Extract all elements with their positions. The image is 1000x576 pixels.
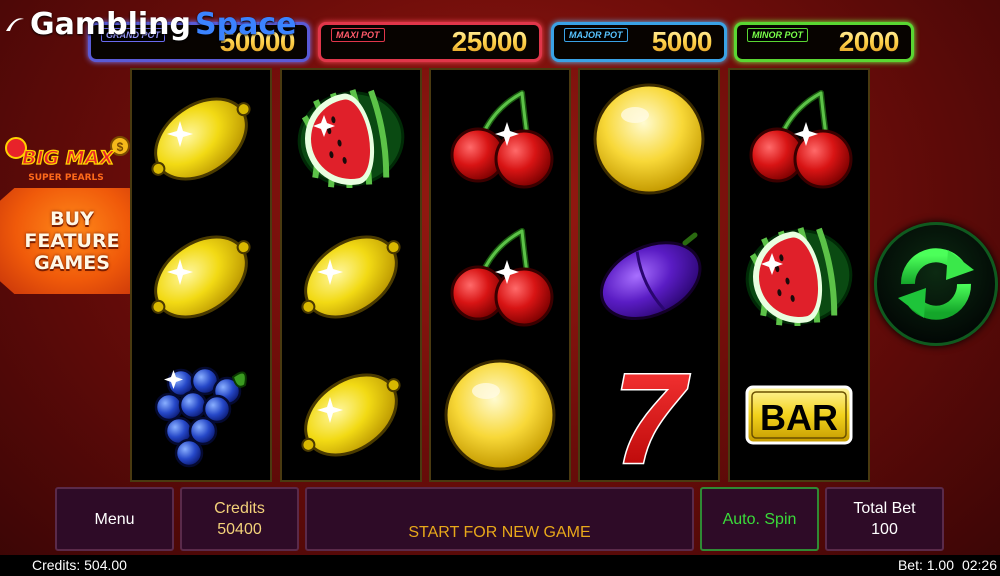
- credits-display[interactable]: Credits 50400: [180, 487, 299, 551]
- reel-2-row-1: [282, 70, 420, 208]
- svg-text:7: 7: [613, 355, 690, 475]
- reel-3-row-1: [431, 70, 569, 208]
- jackpot-maxi-label: MAXI POT: [331, 28, 385, 42]
- cherries-symbol-icon: [739, 79, 859, 199]
- buy-feature-games-button[interactable]: BUY FEATURE GAMES: [0, 188, 144, 294]
- status-bet: Bet: 1.00: [897, 557, 954, 573]
- reel-5: BAR: [728, 68, 870, 482]
- reel-4: 7: [578, 68, 720, 482]
- reel-1-row-1: [132, 70, 270, 208]
- reel-2: [280, 68, 422, 482]
- jackpot-major-value: 5000: [651, 26, 713, 57]
- reel-4-row-3: 7: [580, 346, 718, 484]
- game-message: START FOR NEW GAME: [408, 523, 591, 541]
- reel-3: [429, 68, 571, 482]
- auto-spin-label: Auto. Spin: [722, 510, 797, 528]
- lemon-symbol-icon: [291, 217, 411, 337]
- menu-label: Menu: [94, 510, 135, 528]
- reel-1: [130, 68, 272, 482]
- watermelon-symbol-icon: [739, 217, 859, 337]
- cherries-symbol-icon: [440, 217, 560, 337]
- reel-1-row-3: [132, 346, 270, 484]
- lemon-symbol-icon: [141, 79, 261, 199]
- jackpot-minor: MINOR POT 2000: [734, 22, 914, 62]
- total-bet-button[interactable]: Total Bet 100: [825, 487, 944, 551]
- grapes-symbol-icon: [141, 355, 261, 475]
- reel-4-row-2: [580, 208, 718, 346]
- gambling-space-logo: Gambling Space: [4, 4, 296, 44]
- svg-text:$: $: [117, 140, 124, 154]
- seven-symbol-icon: 7: [591, 355, 707, 475]
- auto-spin-button[interactable]: Auto. Spin: [700, 487, 819, 551]
- svg-text:BAR: BAR: [760, 397, 838, 438]
- reel-2-row-3: [282, 346, 420, 484]
- bar-symbol-icon: BAR: [745, 385, 853, 445]
- reel-5-row-1: [730, 70, 868, 208]
- credits-label: Credits: [214, 500, 265, 517]
- buy-feature-games-label: BUY FEATURE GAMES: [24, 208, 120, 274]
- total-bet-label: Total Bet: [853, 500, 916, 517]
- golden-pearl-symbol-icon: [589, 79, 709, 199]
- logo-swoosh-icon: [6, 18, 24, 31]
- spin-button[interactable]: [874, 222, 998, 346]
- total-bet-value: 100: [871, 521, 898, 538]
- golden-pearl-symbol-icon: [440, 355, 560, 475]
- status-clock: 02:26: [961, 557, 997, 573]
- reel-3-row-2: [431, 208, 569, 346]
- big-max-title: BIG MAX: [22, 147, 115, 169]
- lemon-symbol-icon: [141, 217, 261, 337]
- reel-5-row-3: BAR: [730, 346, 868, 484]
- lemon-symbol-icon: [291, 355, 411, 475]
- cherries-symbol-icon: [440, 79, 560, 199]
- jackpot-minor-value: 2000: [838, 26, 900, 57]
- jackpot-major-label: MAJOR POT: [564, 28, 628, 42]
- logo-word-space: Space: [195, 6, 297, 42]
- reel-5-row-2: [730, 208, 868, 346]
- jackpot-major: MAJOR POT 5000: [551, 22, 727, 62]
- super-pearls-subtitle: SUPER PEARLS: [28, 173, 103, 183]
- jackpot-minor-label: MINOR POT: [747, 28, 808, 42]
- reel-3-row-3: [431, 346, 569, 484]
- reel-1-row-2: [132, 208, 270, 346]
- reel-4-row-1: [580, 70, 718, 208]
- spin-refresh-icon: [898, 248, 974, 320]
- status-credits: Credits: 504.00: [32, 557, 127, 573]
- logo-word-gambling: Gambling: [30, 6, 192, 42]
- watermelon-symbol-icon: [291, 79, 411, 199]
- game-message-panel: START FOR NEW GAME: [305, 487, 694, 551]
- big-max-super-pearls-logo: $ BIG MAX SUPER PEARLS: [5, 136, 130, 183]
- status-bar: Credits: 504.00 Bet: 1.00 02:26: [0, 555, 1000, 576]
- menu-button[interactable]: Menu: [55, 487, 174, 551]
- jackpot-maxi-value: 25000: [451, 26, 528, 57]
- credits-value: 50400: [217, 521, 262, 538]
- jackpot-maxi: MAXI POT 25000: [318, 22, 542, 62]
- reel-2-row-2: [282, 208, 420, 346]
- plum-symbol-icon: [589, 217, 709, 337]
